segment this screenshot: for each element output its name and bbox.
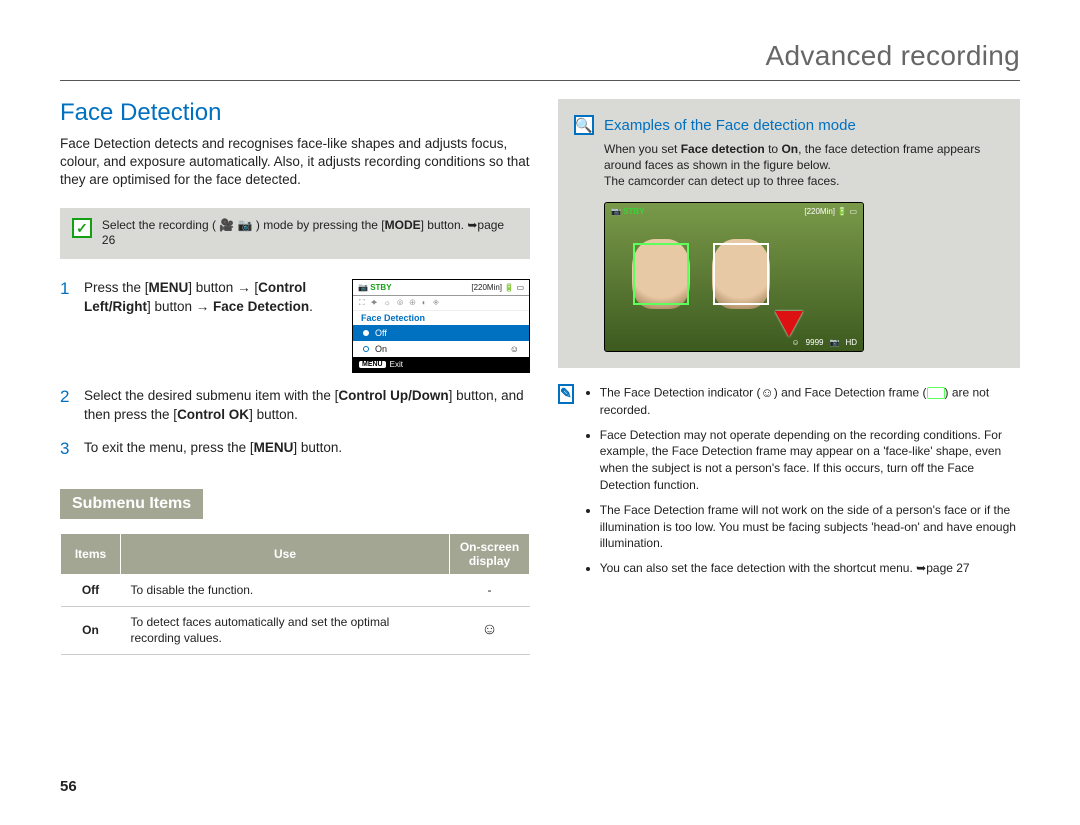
th-items: Items xyxy=(61,533,121,574)
note-item: Face Detection may not operate depending… xyxy=(600,427,1020,494)
step-1: 1 Press the [MENU] button → [Control Lef… xyxy=(60,279,530,373)
lcd-item-off: Off xyxy=(353,325,529,341)
face-indicator-icon: ☺ xyxy=(760,384,773,402)
table-row: Off To disable the function. - xyxy=(61,574,530,607)
step-3: 3 To exit the menu, press the [MENU] but… xyxy=(60,439,530,459)
step-number: 3 xyxy=(60,439,74,459)
step-number: 2 xyxy=(60,387,74,407)
mode-callout: ✓ Select the recording ( 🎥 📷 ) mode by p… xyxy=(60,208,530,259)
lcd-menu-title: Face Detection xyxy=(353,311,529,325)
step-text: To exit the menu, press the [MENU] butto… xyxy=(84,439,530,458)
note-icon: ✎ xyxy=(558,384,574,404)
magnify-icon: 🔍 xyxy=(574,115,594,135)
lcd-rec-icon: 📷 STBY xyxy=(358,283,392,292)
examples-panel: 🔍 Examples of the Face detection mode Wh… xyxy=(558,99,1020,368)
page-number: 56 xyxy=(60,778,77,795)
lcd-footer: MENUExit xyxy=(353,357,529,372)
submenu-heading: Submenu Items xyxy=(60,489,203,519)
th-use: Use xyxy=(121,533,450,574)
step-2: 2 Select the desired submenu item with t… xyxy=(60,387,530,425)
submenu-table: Items Use On-screen display Off To disab… xyxy=(60,533,530,656)
callout-text: Select the recording ( 🎥 📷 ) mode by pre… xyxy=(102,218,518,249)
step-text: Press the [MENU] button → [Control Left/… xyxy=(84,279,342,317)
face-detection-icon: ☺ xyxy=(481,621,497,638)
lcd-item-on: On☺ xyxy=(353,341,529,357)
note-item: The Face Detection frame will not work o… xyxy=(600,502,1020,552)
left-column: Face Detection Face Detection detects an… xyxy=(60,99,530,655)
notes-block: ✎ The Face Detection indicator (☺) and F… xyxy=(558,384,1020,585)
lcd-toolbar: ⛶ ✦ ☼ ⊚ ⊕ ◐ ◈ xyxy=(353,296,529,311)
step-number: 1 xyxy=(60,279,74,299)
th-display: On-screen display xyxy=(450,533,530,574)
check-icon: ✓ xyxy=(72,218,92,238)
panel-text: When you set Face detection to On, the f… xyxy=(604,141,1004,190)
face-frame-secondary xyxy=(713,243,769,305)
intro-text: Face Detection detects and recognises fa… xyxy=(60,135,530,190)
face-indicator-icon: ☺ xyxy=(792,338,800,347)
note-item: You can also set the face detection with… xyxy=(600,560,1020,577)
face-frame-primary xyxy=(633,243,689,305)
panel-title: Examples of the Face detection mode xyxy=(604,117,856,134)
table-row: On To detect faces automatically and set… xyxy=(61,607,530,655)
lcd-preview: 📷 STBY [220Min] 🔋 ▭ ⛶ ✦ ☼ ⊚ ⊕ ◐ ◈ Face D… xyxy=(352,279,530,373)
camera-icon: 📷 xyxy=(238,218,253,232)
camera-preview: 📷 STBY [220Min] 🔋 ▭ ☺ 9999 📷 HD xyxy=(604,202,864,352)
video-icon: 🎥 xyxy=(219,218,234,232)
chapter-title: Advanced recording xyxy=(60,40,1020,81)
table-header-row: Items Use On-screen display xyxy=(61,533,530,574)
right-column: 🔍 Examples of the Face detection mode Wh… xyxy=(558,99,1020,655)
step-text: Select the desired submenu item with the… xyxy=(84,387,530,425)
cursor-icon xyxy=(775,311,803,337)
face-frame-icon xyxy=(927,387,945,399)
section-title: Face Detection xyxy=(60,99,530,127)
note-item: The Face Detection indicator (☺) and Fac… xyxy=(600,384,1020,419)
